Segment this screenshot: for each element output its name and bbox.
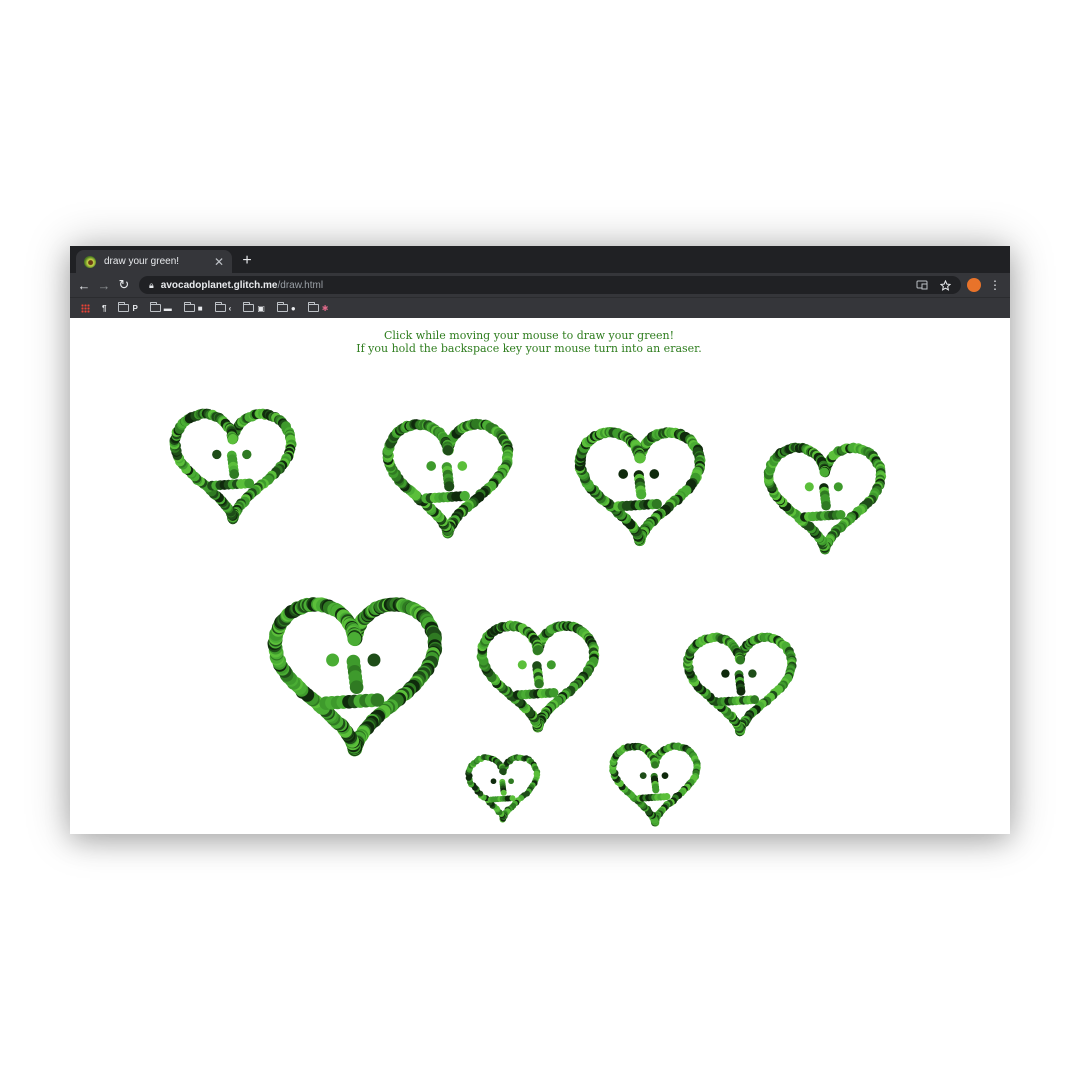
bookmark-folder-6[interactable]: ● bbox=[274, 301, 299, 315]
url-host: avocadoplanet.glitch.me bbox=[160, 279, 278, 291]
reload-button[interactable]: ↻ bbox=[114, 275, 134, 295]
drawing-page[interactable]: Click while moving your mouse to draw yo… bbox=[70, 318, 1010, 834]
tab-draw-your-green[interactable]: draw your green! ✕ bbox=[76, 250, 232, 273]
heart-face-2 bbox=[382, 418, 514, 539]
new-tab-button[interactable]: + bbox=[238, 252, 256, 270]
heart-face-8 bbox=[465, 754, 541, 823]
apps-grid-icon bbox=[81, 303, 90, 313]
close-icon[interactable]: ✕ bbox=[212, 255, 226, 269]
bookmark-folder-3[interactable]: ■ bbox=[181, 301, 206, 315]
folder-icon bbox=[276, 302, 288, 312]
folder-icon bbox=[307, 302, 319, 312]
heart-face-1 bbox=[169, 408, 297, 525]
folder-icon bbox=[214, 302, 226, 312]
bookmark-folder-2[interactable]: ▬ bbox=[147, 301, 175, 315]
bookmark-folder-1[interactable]: P bbox=[115, 301, 140, 315]
bookmark-folder-5[interactable]: ▣ bbox=[240, 301, 268, 315]
heart-face-5 bbox=[267, 597, 443, 757]
bookmark-folder-4[interactable]: ‹ bbox=[212, 301, 235, 315]
cast-icon[interactable] bbox=[916, 280, 928, 290]
drawing-canvas[interactable] bbox=[70, 318, 1010, 834]
bookmark-folder-7[interactable]: ✱ bbox=[305, 301, 332, 315]
heart-face-6 bbox=[476, 620, 600, 733]
folder-icon bbox=[243, 302, 255, 312]
forward-button[interactable]: → bbox=[94, 275, 114, 295]
bookmark-1[interactable]: ¶ bbox=[99, 301, 109, 315]
address-bar[interactable]: 🔒︎ avocadoplanet.glitch.me/draw.html bbox=[139, 276, 961, 294]
bookmark-label: ✱ bbox=[321, 303, 329, 313]
folder-icon bbox=[118, 302, 130, 312]
browser-toolbar: ← → ↻ 🔒︎ avocadoplanet.glitch.me/draw.ht… bbox=[70, 273, 1010, 297]
tab-title: draw your green! bbox=[104, 256, 180, 267]
lock-icon: 🔒︎ bbox=[149, 279, 154, 290]
browser-window: draw your green! ✕ + ← → ↻ 🔒︎ avocadopla… bbox=[70, 246, 1010, 834]
profile-avatar[interactable] bbox=[967, 278, 981, 292]
heart-face-7 bbox=[683, 632, 797, 737]
heart-face-3 bbox=[574, 427, 706, 547]
tab-strip: draw your green! ✕ + bbox=[70, 246, 1010, 273]
menu-icon[interactable]: ⋮ bbox=[989, 276, 1001, 294]
bookmark-label: ‹ bbox=[228, 303, 232, 313]
heart-face-4 bbox=[763, 442, 887, 555]
url-path: /draw.html bbox=[277, 279, 324, 291]
heart-face-9 bbox=[609, 742, 701, 827]
bookmark-label: P bbox=[132, 303, 138, 313]
bookmark-favicon: ¶ bbox=[102, 303, 107, 313]
avocado-icon bbox=[84, 255, 96, 268]
folder-icon bbox=[183, 302, 195, 312]
bookmark-label: ● bbox=[290, 303, 296, 313]
folder-icon bbox=[149, 302, 161, 312]
bookmarks-bar: ¶ P ▬ ■ ‹ ▣ ● ✱ bbox=[70, 297, 1010, 318]
bookmark-label: ■ bbox=[197, 303, 203, 313]
bookmark-label: ▬ bbox=[163, 303, 172, 313]
back-button[interactable]: ← bbox=[74, 275, 94, 295]
bookmark-label: ▣ bbox=[257, 303, 265, 313]
star-icon[interactable] bbox=[940, 279, 951, 291]
bookmark-apps[interactable] bbox=[78, 301, 93, 315]
